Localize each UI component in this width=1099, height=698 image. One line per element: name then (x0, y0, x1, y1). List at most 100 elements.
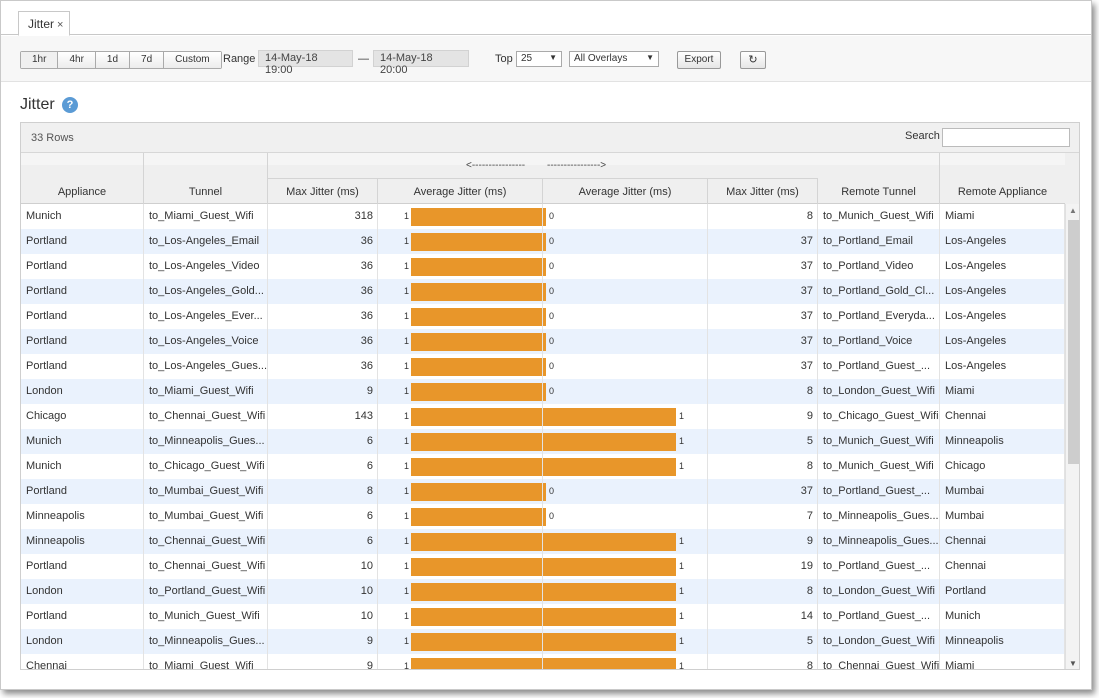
avg-jitter-remote-cell: 0 (543, 479, 708, 504)
jitter-table-panel: 33 Rows Search Appliance Tunnel <-------… (20, 122, 1080, 670)
avg-jitter-remote-bar (543, 258, 546, 276)
appliance-cell: Portland (21, 254, 144, 279)
table-row[interactable]: Minneapolis to_Chennai_Guest_Wifi 6 1 1 9 to_M… (21, 529, 1065, 554)
column-max-jitter-remote[interactable]: Max Jitter (ms) (708, 178, 818, 204)
tab-jitter[interactable]: Jitter × (18, 11, 70, 36)
column-remote-appliance[interactable]: Remote Appliance (940, 153, 1065, 204)
avg-jitter-local-cell: 1 (378, 229, 543, 254)
avg-jitter-local-cell: 1 (378, 554, 543, 579)
remote-appliance-cell: Chennai (940, 529, 1065, 554)
table-row[interactable]: Portland to_Los-Angeles_Video 36 1 0 37 to_Por… (21, 254, 1065, 279)
avg-jitter-remote-value: 0 (549, 486, 555, 496)
avg-jitter-local-cell: 1 (378, 629, 543, 654)
table-row[interactable]: Portland to_Chennai_Guest_Wifi 10 1 1 19 to_Po… (21, 554, 1065, 579)
remote-appliance-cell: Portland (940, 579, 1065, 604)
remote-tunnel-cell: to_Minneapolis_Gues... (818, 504, 940, 529)
column-remote-tunnel[interactable]: Remote Tunnel (818, 153, 940, 204)
table-row[interactable]: Munich to_Miami_Guest_Wifi 318 1 0 8 to_Munich… (21, 204, 1065, 229)
overlay-select[interactable]: All Overlays ▼ (569, 51, 659, 67)
help-icon[interactable]: ? (62, 97, 78, 113)
avg-jitter-remote-bar (543, 458, 676, 476)
table-row[interactable]: Portland to_Los-Angeles_Ever... 36 1 0 37 to_P… (21, 304, 1065, 329)
table-row[interactable]: Minneapolis to_Mumbai_Guest_Wifi 6 1 0 7 to_Mi… (21, 504, 1065, 529)
table-row[interactable]: London to_Miami_Guest_Wifi 9 1 0 8 to_London_G… (21, 379, 1065, 404)
table-row[interactable]: Portland to_Munich_Guest_Wifi 10 1 1 14 to_Por… (21, 604, 1065, 629)
close-icon[interactable]: × (57, 19, 63, 31)
avg-jitter-local-value: 1 (404, 336, 410, 346)
export-button[interactable]: Export (677, 51, 721, 69)
range-1d-button[interactable]: 1d (95, 52, 131, 68)
max-jitter-remote-cell: 37 (708, 479, 818, 504)
tunnel-cell: to_Minneapolis_Gues... (144, 629, 268, 654)
column-avg-jitter-local[interactable]: Average Jitter (ms) (378, 178, 543, 204)
table-row[interactable]: London to_Minneapolis_Gues... 9 1 1 5 to_Londo… (21, 629, 1065, 654)
column-tunnel[interactable]: Tunnel (144, 153, 268, 204)
appliance-cell: Portland (21, 279, 144, 304)
avg-jitter-remote-bar (543, 433, 676, 451)
column-avg-jitter-remote[interactable]: Average Jitter (ms) (543, 178, 708, 204)
table-row[interactable]: Portland to_Mumbai_Guest_Wifi 8 1 0 37 to_Port… (21, 479, 1065, 504)
range-4hr-button[interactable]: 4hr (58, 52, 96, 68)
table-row[interactable]: Portland to_Los-Angeles_Email 36 1 0 37 to_Por… (21, 229, 1065, 254)
arrow-left-label: <---------------- (466, 160, 526, 171)
avg-jitter-local-bar (411, 583, 542, 601)
vertical-scrollbar[interactable]: ▲ ▼ (1065, 204, 1079, 669)
appliance-cell: Munich (21, 204, 144, 229)
avg-jitter-remote-cell: 0 (543, 304, 708, 329)
table-row[interactable]: Portland to_Los-Angeles_Voice 36 1 0 37 to_Por… (21, 329, 1065, 354)
table-row[interactable]: Portland to_Los-Angeles_Gold... 36 1 0 37 to_P… (21, 279, 1065, 304)
search-input[interactable] (942, 128, 1070, 147)
refresh-icon[interactable]: ↻ (740, 51, 766, 69)
avg-jitter-remote-value: 1 (679, 461, 685, 471)
arrow-right-label: ----------------> (547, 160, 607, 171)
search-label: Search (905, 130, 940, 142)
max-jitter-local-cell: 6 (268, 454, 378, 479)
scroll-up-icon[interactable]: ▲ (1069, 206, 1077, 215)
remote-appliance-cell: Los-Angeles (940, 279, 1065, 304)
avg-jitter-remote-value: 1 (679, 611, 685, 621)
tunnel-cell: to_Los-Angeles_Ever... (144, 304, 268, 329)
scroll-thumb[interactable] (1068, 220, 1079, 464)
range-1hr-button[interactable]: 1hr (21, 52, 59, 68)
remote-tunnel-cell: to_Munich_Guest_Wifi (818, 454, 940, 479)
max-jitter-remote-cell: 8 (708, 579, 818, 604)
tunnel-cell: to_Los-Angeles_Voice (144, 329, 268, 354)
avg-jitter-remote-cell: 0 (543, 329, 708, 354)
avg-jitter-local-bar (411, 233, 542, 251)
remote-tunnel-cell: to_Minneapolis_Gues... (818, 529, 940, 554)
avg-jitter-local-bar (411, 533, 542, 551)
range-7d-button[interactable]: 7d (130, 52, 165, 68)
table-row[interactable]: Chennai to_Miami_Guest_Wifi 9 1 1 8 to_Chennai… (21, 654, 1065, 669)
range-start-field[interactable]: 14-May-18 19:00 (258, 50, 353, 76)
appliance-cell: Chennai (21, 654, 144, 669)
column-max-jitter-local[interactable]: Max Jitter (ms) (268, 178, 378, 204)
avg-jitter-local-cell: 1 (378, 304, 543, 329)
avg-jitter-remote-bar (543, 408, 676, 426)
table-row[interactable]: Munich to_Minneapolis_Gues... 6 1 1 5 to_Munic… (21, 429, 1065, 454)
remote-tunnel-cell: to_Portland_Email (818, 229, 940, 254)
scroll-down-icon[interactable]: ▼ (1069, 659, 1077, 668)
tunnel-cell: to_Chicago_Guest_Wifi (144, 454, 268, 479)
avg-jitter-remote-cell: 0 (543, 379, 708, 404)
tunnel-cell: to_Mumbai_Guest_Wifi (144, 479, 268, 504)
tunnel-cell: to_Chennai_Guest_Wifi (144, 529, 268, 554)
max-jitter-remote-cell: 37 (708, 304, 818, 329)
table-row[interactable]: Munich to_Chicago_Guest_Wifi 6 1 1 8 to_Munich… (21, 454, 1065, 479)
range-custom-button[interactable]: Custom (164, 52, 221, 68)
table-row[interactable]: Chicago to_Chennai_Guest_Wifi 143 1 1 9 to_Chi… (21, 404, 1065, 429)
avg-jitter-remote-value: 0 (549, 361, 555, 371)
remote-tunnel-cell: to_Chennai_Guest_Wifi (818, 654, 940, 669)
range-end-field[interactable]: 14-May-18 20:00 (373, 50, 469, 76)
max-jitter-remote-cell: 7 (708, 504, 818, 529)
top-count-select[interactable]: 25 ▼ (516, 51, 562, 67)
avg-jitter-remote-cell: 1 (543, 404, 708, 429)
avg-jitter-local-cell: 1 (378, 454, 543, 479)
max-jitter-local-cell: 318 (268, 204, 378, 229)
remote-tunnel-cell: to_Portland_Guest_... (818, 354, 940, 379)
column-appliance[interactable]: Appliance (21, 153, 144, 204)
table-row[interactable]: London to_Portland_Guest_Wifi 10 1 1 8 to_Lond… (21, 579, 1065, 604)
table-row[interactable]: Portland to_Los-Angeles_Gues... 36 1 0 37 to_P… (21, 354, 1065, 379)
max-jitter-local-cell: 9 (268, 379, 378, 404)
table-head: Appliance Tunnel <---------------- -----… (21, 153, 1065, 204)
avg-jitter-local-bar (411, 408, 542, 426)
